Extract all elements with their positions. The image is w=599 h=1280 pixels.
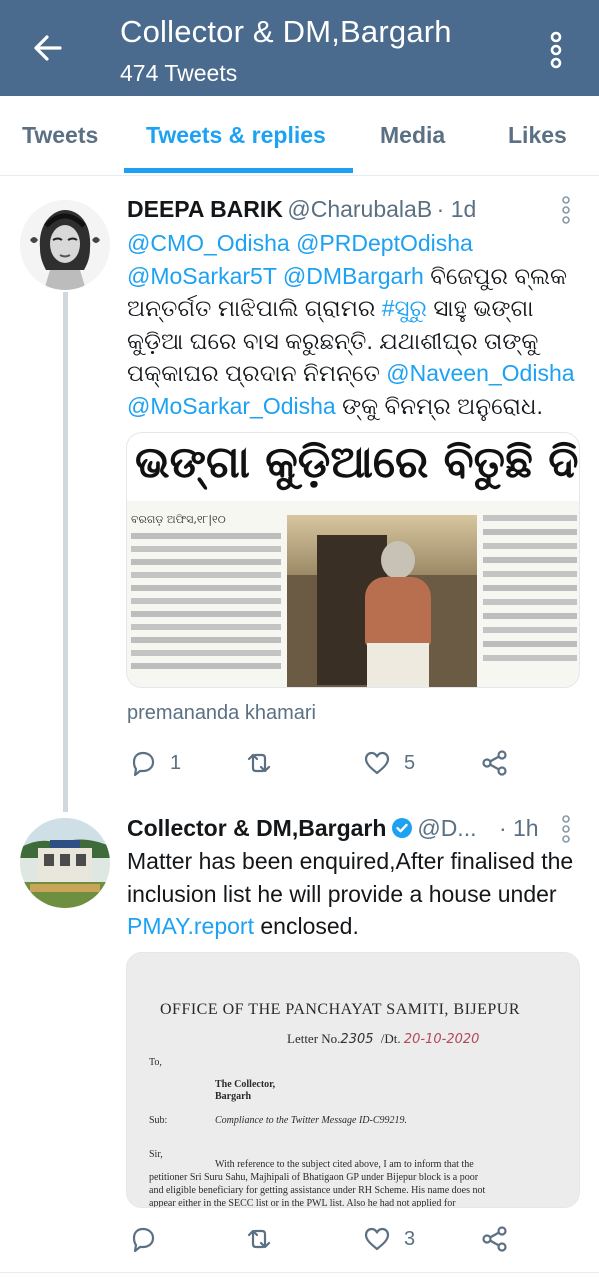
tweet-time: · 1d bbox=[436, 196, 477, 222]
letter-date-value: 20-10-2020 bbox=[403, 1032, 480, 1047]
reply-count: 1 bbox=[170, 751, 182, 774]
author-name[interactable]: Collector & DM,Bargarh bbox=[127, 815, 386, 841]
reply-icon bbox=[132, 751, 155, 777]
retweet-icon bbox=[247, 753, 271, 773]
newspaper-column-left bbox=[131, 533, 281, 683]
like-button[interactable]: 3 bbox=[362, 1224, 415, 1254]
avatar-office-building-image bbox=[20, 818, 110, 908]
tweet-more-icon[interactable] bbox=[560, 196, 572, 224]
author-handle[interactable]: @D... bbox=[417, 815, 476, 841]
newspaper-headline: ଭଙ୍ଗା କୁଡ଼ିଆରେ ବିତୁଛି ଦିନ bbox=[135, 437, 580, 488]
tweet-image-newspaper-clipping[interactable]: ଭଙ୍ଗା କୁଡ଼ିଆରେ ବିତୁଛି ଦିନ ବରଗଡ଼ ଅଫିସ,୧୮|… bbox=[126, 432, 580, 688]
tweet-image-official-letter[interactable]: OFFICE OF THE PANCHAYAT SAMITI, BIJEPUR … bbox=[126, 952, 580, 1208]
tweet-link[interactable]: #ସୁରୁ bbox=[382, 295, 427, 321]
avatar[interactable] bbox=[20, 200, 110, 290]
letter-addressee-location: Bargarh bbox=[215, 1091, 252, 1102]
newspaper-photo-elderly-man bbox=[287, 515, 477, 687]
image-caption: premananda khamari bbox=[127, 702, 316, 724]
reply-button[interactable]: 1 bbox=[128, 748, 181, 778]
retweet-button[interactable] bbox=[244, 1224, 286, 1254]
profile-title: Collector & DM,Bargarh bbox=[120, 14, 452, 49]
top-app-bar: Collector & DM,Bargarh 474 Tweets bbox=[0, 0, 599, 96]
tweet-time: · 1h bbox=[498, 815, 539, 841]
share-icon bbox=[482, 1226, 507, 1252]
back-arrow-icon[interactable] bbox=[28, 28, 68, 68]
thread-connector-line bbox=[63, 292, 68, 812]
letter-paragraph-line-4: appear either in the SECC list or in the… bbox=[149, 1198, 456, 1208]
retweet-button[interactable] bbox=[244, 748, 286, 778]
letter-number-value: 2305 bbox=[340, 1032, 374, 1047]
tweet-text: @CMO_Odisha @PRDeptOdisha @MoSarkar5T @D… bbox=[127, 227, 577, 422]
avatar[interactable] bbox=[20, 818, 110, 908]
tweet-link[interactable]: @DMBargarh bbox=[283, 263, 424, 289]
tweet-link[interactable]: @Naveen_Odisha bbox=[386, 360, 574, 386]
letter-office-heading: OFFICE OF THE PANCHAYAT SAMITI, BIJEPUR bbox=[160, 1001, 521, 1018]
letter-paragraph-line-2: petitioner Sri Suru Sahu, Majhipali of B… bbox=[149, 1172, 479, 1183]
newspaper-headline-area: ଭଙ୍ଗା କୁଡ଼ିଆରେ ବିତୁଛି ଦିନ bbox=[127, 433, 580, 501]
letter-addressee: The Collector, bbox=[215, 1079, 276, 1090]
avatar-sketch-image bbox=[20, 200, 110, 290]
share-icon bbox=[482, 750, 507, 776]
tweet-text-segment: enclosed. bbox=[253, 913, 359, 939]
share-button[interactable] bbox=[480, 1224, 510, 1254]
letter-number-line: Letter No.2305 /Dt. 20-10-2020 bbox=[287, 1031, 479, 1047]
letter-date-label: /Dt. bbox=[380, 1031, 401, 1046]
tweet-divider bbox=[0, 1272, 599, 1273]
tweet-link[interactable]: @PRDeptOdisha bbox=[296, 230, 473, 256]
tweet-header: Collector & DM,Bargarh @D... · 1h bbox=[127, 815, 539, 842]
tweet-header: DEEPA BARIK @CharubalaB · 1d bbox=[127, 196, 476, 223]
letter-to: To, bbox=[149, 1057, 162, 1068]
newspaper-column-right bbox=[483, 515, 577, 685]
tweet-link[interactable]: @CMO_Odisha bbox=[127, 230, 290, 256]
tweet-more-icon[interactable] bbox=[560, 815, 572, 843]
letter-subject-label: Sub: bbox=[149, 1115, 168, 1126]
verified-badge-icon bbox=[391, 818, 412, 838]
heart-icon bbox=[364, 1227, 390, 1251]
author-handle[interactable]: @CharubalaB bbox=[287, 196, 432, 222]
letter-paragraph-line-3: and eligible beneficiary for getting ass… bbox=[149, 1185, 486, 1196]
letter-subject-text: Compliance to the Twitter Message ID-C99… bbox=[215, 1115, 408, 1126]
tweet-actions: 3 bbox=[128, 1224, 578, 1264]
tab-media[interactable]: Media bbox=[380, 122, 445, 149]
heart-icon bbox=[364, 751, 390, 775]
letter-number-label: Letter No. bbox=[287, 1031, 341, 1046]
newspaper-dateline: ବରଗଡ଼ ଅଫିସ,୧୮|୧୦ bbox=[131, 513, 226, 526]
tweet-link[interactable]: @MoSarkar5T bbox=[127, 263, 276, 289]
tweet-link[interactable]: PMAY.report bbox=[127, 913, 254, 939]
letter-salutation: Sir, bbox=[149, 1149, 163, 1160]
tab-tweets[interactable]: Tweets bbox=[22, 122, 98, 149]
author-name[interactable]: DEEPA BARIK bbox=[127, 196, 283, 222]
reply-icon bbox=[132, 1227, 155, 1253]
active-tab-indicator bbox=[124, 168, 353, 173]
like-count: 3 bbox=[404, 1227, 416, 1250]
retweet-icon bbox=[247, 1229, 271, 1249]
letter-paragraph-line-1: With reference to the subject cited abov… bbox=[215, 1159, 474, 1170]
tweet-actions: 1 5 bbox=[128, 748, 578, 788]
tweet-text-segment: Matter has been enquired,After finalised… bbox=[127, 848, 574, 907]
like-button[interactable]: 5 bbox=[362, 748, 415, 778]
profile-tabs: Tweets Tweets & replies Media Likes bbox=[0, 96, 599, 176]
tweet-text: Matter has been enquired,After finalised… bbox=[127, 845, 577, 943]
share-button[interactable] bbox=[480, 748, 510, 778]
tab-likes[interactable]: Likes bbox=[508, 122, 567, 149]
like-count: 5 bbox=[404, 751, 416, 774]
tweet-link[interactable]: @MoSarkar_Odisha bbox=[127, 393, 336, 419]
tweet-text-segment: ଙ୍କୁ ବିନମ୍ର ଅନୁରୋଧ. bbox=[335, 392, 543, 419]
overflow-menu-icon[interactable] bbox=[544, 30, 568, 70]
reply-button[interactable] bbox=[128, 1224, 170, 1254]
tweet-count: 474 Tweets bbox=[120, 60, 238, 86]
tab-tweets-and-replies[interactable]: Tweets & replies bbox=[146, 122, 326, 149]
